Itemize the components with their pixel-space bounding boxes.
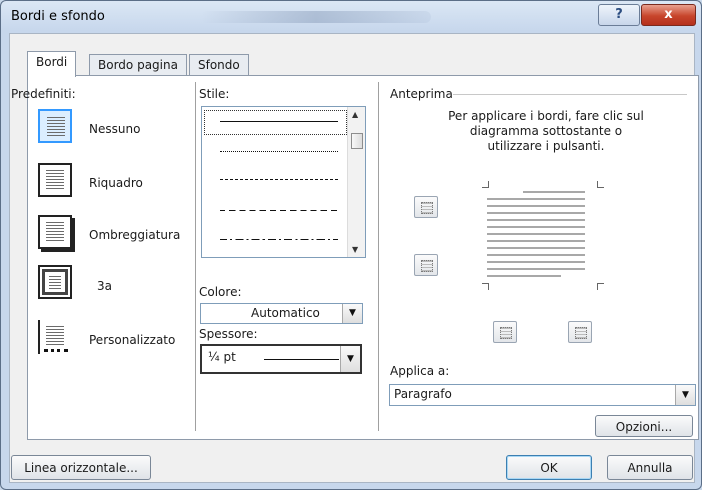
preview-text-line: [487, 205, 585, 207]
preview-text-line: [487, 226, 585, 228]
preview-instructions-line: Per applicare i bordi, fare clic sul: [448, 109, 644, 123]
chevron-down-icon[interactable]: ▼: [342, 304, 362, 323]
color-dropdown[interactable]: Automatico ▼: [200, 303, 363, 324]
close-button[interactable]: x: [641, 4, 696, 26]
preview-corner-mark: [482, 283, 489, 290]
title-background-blur: [201, 11, 431, 23]
preview-corner-mark: [597, 283, 604, 290]
tab-bordo-pagina-label: Bordo pagina: [98, 58, 178, 72]
preview-text-line: [487, 233, 585, 235]
line-style-list[interactable]: ▲ ▼: [201, 106, 366, 258]
lines-icon: [49, 276, 61, 289]
tab-sfondo-label: Sfondo: [198, 58, 240, 72]
lines-icon: [46, 222, 64, 242]
apply-to-label: Applica a:: [390, 364, 450, 378]
dialog-window: Bordi e sfondo ? x Bordi Bordo pagina Sf…: [0, 0, 702, 490]
selected-style-highlight: [204, 110, 347, 135]
preview-text-line: [487, 275, 561, 277]
tab-bordo-pagina[interactable]: Bordo pagina: [89, 54, 187, 76]
preview-text-line: [487, 198, 585, 200]
preset-box-label[interactable]: Riquadro: [89, 176, 143, 190]
chevron-down-icon[interactable]: ▼: [675, 385, 695, 405]
apply-to-value: Paragrafo: [394, 387, 452, 401]
preview-text-line: [487, 268, 585, 270]
line-style-solid[interactable]: [220, 121, 338, 122]
apply-to-dropdown[interactable]: Paragrafo ▼: [389, 384, 696, 406]
preview-heading: Anteprima: [390, 87, 453, 101]
width-line-sample: [264, 359, 339, 360]
preset-3d-icon[interactable]: [38, 265, 72, 299]
preset-custom-icon[interactable]: [38, 320, 72, 354]
preset-custom-label[interactable]: Personalizzato: [89, 333, 175, 347]
scroll-thumb[interactable]: [351, 133, 363, 149]
scroll-up-arrow-icon[interactable]: ▲: [352, 110, 358, 119]
lines-icon: [46, 326, 64, 346]
chevron-down-icon[interactable]: ▼: [340, 346, 360, 372]
help-button[interactable]: ?: [598, 4, 640, 26]
preview-text-line: [487, 261, 585, 263]
width-dropdown[interactable]: ¼ pt ▼: [200, 344, 362, 374]
presets-heading: Predefiniti:: [11, 87, 76, 101]
tab-bordi[interactable]: Bordi: [27, 51, 77, 77]
lines-icon: [47, 117, 65, 137]
preview-text-line: [487, 247, 585, 249]
line-style-dotted[interactable]: [220, 151, 338, 152]
preset-box-icon[interactable]: [38, 163, 72, 197]
horizontal-line-button[interactable]: Linea orizzontale...: [11, 455, 151, 480]
preset-shadow-label[interactable]: Ombreggiatura: [89, 228, 180, 242]
preset-none-icon[interactable]: [38, 109, 72, 143]
window-title: Bordi e sfondo: [11, 9, 105, 24]
preview-corner-mark: [482, 181, 489, 188]
line-style-dash-dot[interactable]: [220, 239, 338, 240]
preset-3d-label[interactable]: 3a: [97, 279, 112, 293]
column-divider: [378, 82, 379, 431]
line-style-dashed[interactable]: [220, 179, 338, 180]
ok-button[interactable]: OK: [506, 455, 592, 480]
tab-sfondo[interactable]: Sfondo: [189, 54, 249, 76]
style-heading: Stile:: [199, 87, 230, 101]
dotted-border-icon: [44, 349, 68, 352]
preview-instructions-line: diagramma sottostante o: [469, 124, 623, 138]
preview-instructions: Per applicare i bordi, fare clic sul dia…: [421, 109, 671, 154]
left-border-button[interactable]: [493, 321, 517, 343]
color-value: Automatico: [251, 306, 320, 320]
preview-text-line: [487, 212, 585, 214]
options-button[interactable]: Opzioni...: [595, 415, 693, 437]
line-style-long-dash[interactable]: [220, 210, 338, 211]
preview-text-line: [487, 254, 585, 256]
width-value: ¼ pt: [208, 350, 236, 364]
lines-icon: [46, 170, 64, 190]
preview-corner-mark: [597, 181, 604, 188]
column-divider: [195, 82, 196, 431]
preset-shadow-icon[interactable]: [38, 215, 72, 249]
preview-instructions-line: utilizzare i pulsanti.: [487, 139, 605, 153]
color-label: Colore:: [199, 285, 242, 299]
style-list-scrollbar[interactable]: ▲ ▼: [347, 107, 365, 257]
bottom-border-button[interactable]: [414, 254, 438, 276]
right-border-button[interactable]: [568, 321, 592, 343]
preview-text-line: [523, 191, 585, 193]
preview-text-line: [487, 240, 585, 242]
preview-diagram[interactable]: [485, 189, 597, 281]
width-label: Spessore:: [199, 327, 258, 341]
preview-text-line: [487, 219, 585, 221]
tab-bordi-label: Bordi: [36, 55, 68, 69]
preset-none-label[interactable]: Nessuno: [89, 122, 140, 136]
cancel-button[interactable]: Annulla: [607, 455, 693, 480]
preview-heading-rule: [453, 94, 687, 95]
scroll-down-arrow-icon[interactable]: ▼: [352, 245, 358, 254]
top-border-button[interactable]: [414, 196, 438, 218]
title-bar[interactable]: Bordi e sfondo ? x: [1, 1, 701, 33]
